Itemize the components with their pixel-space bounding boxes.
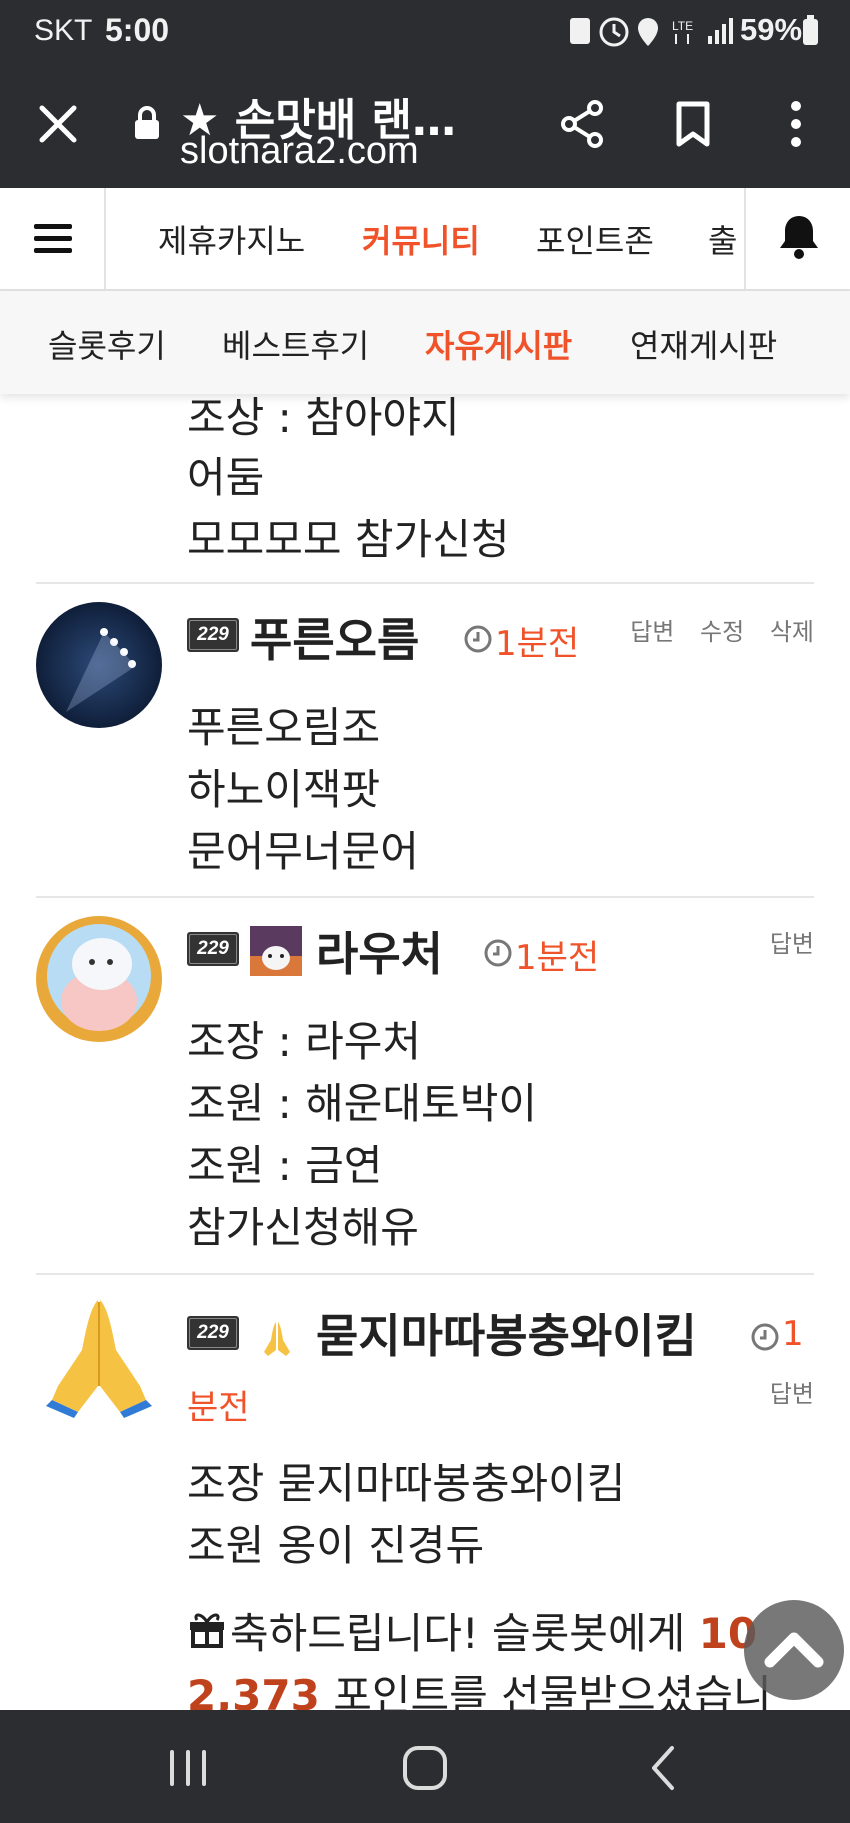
comment-line: 조원 옹이 진경듀 [187, 1521, 485, 1570]
comment-line: 참가신청해유 [187, 1203, 419, 1252]
recent-apps-icon[interactable] [158, 1738, 218, 1798]
author-name[interactable]: 푸른오름 [250, 604, 419, 670]
comment-line: 조장 : 라우처 [187, 1017, 422, 1066]
clock-time: 5:00 [105, 12, 170, 48]
lock-icon [135, 106, 159, 139]
reply-button[interactable]: 답변 [630, 618, 674, 646]
comment-list: 조상 : 참아야지 어둠 모모모모 참가신청 229 푸른오름 1분전 답변 수… [0, 300, 850, 1710]
reply-button[interactable]: 답변 [770, 930, 814, 958]
avatar-image [36, 602, 162, 728]
level-badge: 229 [187, 1316, 239, 1350]
level-badge: 229 [187, 932, 239, 966]
tab-point-zone[interactable]: 포인트존 [536, 216, 654, 262]
main-nav: 제휴카지노 커뮤니티 포인트존 출 [0, 188, 850, 291]
divider [36, 1273, 814, 1275]
comment-actions: 답변 수정 삭제 [612, 612, 814, 647]
edit-button[interactable]: 수정 [700, 618, 744, 646]
comment-line: 문어무너문어 [187, 827, 419, 876]
gift-message-continued: 2,373 포인트를 선물받으셨습니 [187, 1662, 772, 1710]
comment-line: 조원 : 해운대토박이 [187, 1079, 537, 1128]
bookmark-icon[interactable] [665, 96, 721, 152]
comment-line: 푸른오림조 [187, 703, 381, 752]
tab-serial-board[interactable]: 연재게시판 [630, 321, 777, 367]
avatar[interactable] [36, 916, 162, 1042]
more-options-icon[interactable] [768, 96, 824, 152]
back-icon[interactable] [634, 1738, 694, 1798]
notification-button[interactable] [744, 188, 850, 289]
clock-icon [464, 625, 492, 653]
scroll-to-top-button[interactable] [744, 1600, 844, 1700]
comment-line: 하노이잭팟 [187, 765, 381, 814]
menu-icon[interactable] [0, 188, 106, 289]
comment-actions: 답변 [752, 924, 814, 959]
author-name[interactable]: 라우처 [316, 918, 443, 984]
comment-line: 조원 : 금연 [187, 1141, 383, 1190]
time-ago: 1 [782, 1314, 804, 1354]
tab-free-board[interactable]: 자유게시판 [425, 321, 572, 367]
avatar-image [36, 916, 162, 1042]
praying-hands-icon [264, 1322, 290, 1356]
system-nav-bar [0, 1710, 850, 1823]
praying-hands-avatar[interactable] [38, 1290, 160, 1418]
browser-toolbar: ★ 손맛배 랜… slotnara2.com [0, 62, 850, 188]
clock-icon [484, 939, 512, 967]
time-ago: 1분전 [495, 624, 580, 664]
gift-message-text: 축하드립니다! 슬롯봇에게 [230, 1609, 699, 1658]
svg-text:LTE: LTE [672, 19, 693, 33]
comment-line: 모모모모 참가신청 [187, 515, 510, 564]
tab-attendance[interactable]: 출 [708, 216, 737, 262]
gift-message: 축하드립니다! 슬롯봇에게 10 [230, 1600, 757, 1661]
member-emblem-icon [250, 926, 302, 976]
reply-button[interactable]: 답변 [770, 1380, 814, 1408]
comment-actions: 답변 [752, 1374, 814, 1409]
author-name[interactable]: 묻지마따봉충와이킴 [316, 1300, 697, 1366]
comment-line: 조장 묻지마따봉충와이킴 [187, 1459, 626, 1508]
bell-icon [780, 216, 818, 259]
level-badge: 229 [187, 618, 239, 652]
comment-line: 어둠 [187, 453, 265, 502]
clock-icon [751, 1323, 779, 1351]
share-icon[interactable] [555, 96, 611, 152]
gift-icon [190, 1613, 224, 1648]
divider [36, 582, 814, 584]
chevron-up-icon [764, 1632, 824, 1668]
tab-community[interactable]: 커뮤니티 [362, 216, 480, 262]
status-bar: SKT 5:00 LTE 59% [0, 0, 850, 62]
carrier-label: SKT [34, 14, 93, 47]
time-ago-continued: 분전 [187, 1388, 250, 1428]
url-text[interactable]: slotnara2.com [180, 130, 419, 173]
close-icon[interactable] [30, 96, 86, 152]
tab-slot-reviews[interactable]: 슬롯후기 [48, 321, 166, 367]
divider [36, 896, 814, 898]
battery-icon [803, 15, 818, 45]
tab-partner-casino[interactable]: 제휴카지노 [158, 216, 305, 262]
delete-button[interactable]: 삭제 [770, 618, 814, 646]
home-icon[interactable] [395, 1738, 455, 1798]
sub-nav: 슬롯후기 베스트후기 자유게시판 연재게시판 [0, 291, 850, 394]
gift-amount-continued: 2,373 [187, 1671, 320, 1710]
time-ago: 1분전 [515, 938, 600, 978]
avatar[interactable] [36, 602, 162, 728]
main-nav-tabs: 제휴카지노 커뮤니티 포인트존 출 [106, 188, 744, 289]
gift-message-suffix: 포인트를 선물받으셨습니 [319, 1671, 772, 1710]
battery-percent: 59% [740, 12, 803, 47]
tab-best-reviews[interactable]: 베스트후기 [222, 321, 369, 367]
